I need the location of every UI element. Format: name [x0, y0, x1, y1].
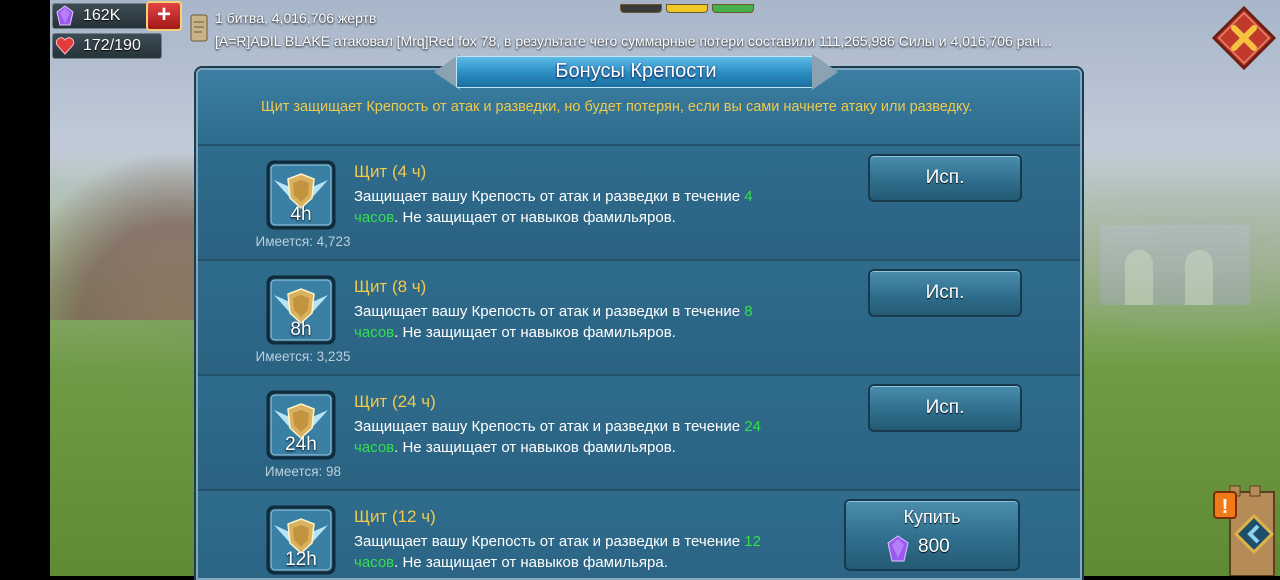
top-tab-2[interactable] — [666, 4, 708, 13]
desc-units: часов — [354, 554, 395, 571]
news-target: [Mrq]Red fox 78 — [396, 33, 497, 49]
news-attacker: [A=R]ADIL BLAKE — [215, 33, 331, 49]
desc-units: часов — [354, 324, 395, 341]
add-gems-button[interactable]: + — [146, 1, 182, 31]
news-power-label: Силы и — [894, 33, 951, 49]
top-tabs — [620, 0, 758, 18]
desc-tail: . Не защищает от навыков фамильяров. — [394, 209, 676, 226]
desc-units: часов — [354, 209, 395, 226]
use-button[interactable]: Исп. — [868, 269, 1022, 317]
life-amount: 172/190 — [83, 37, 141, 54]
close-icon[interactable] — [1212, 6, 1276, 70]
castle-quest-icon[interactable]: ! — [1206, 482, 1280, 576]
shield-duration-badge: 4h — [290, 204, 312, 225]
desc-hours: 4 — [744, 188, 753, 205]
news-summary: 1 битва, 4,016,706 жертв — [215, 10, 377, 26]
desc-tail: . Не защищает от навыков фамильяров. — [394, 439, 676, 456]
gem-icon — [887, 535, 909, 562]
desc-hours: 24 — [744, 418, 761, 435]
desc-text: Защищает вашу Крепость от атак и разведк… — [354, 303, 745, 320]
owned-count: Имеется: 98 — [264, 464, 342, 479]
panel-title: Бонусы Крепости — [555, 60, 717, 82]
desc-text: Защищает вашу Крепость от атак и разведк… — [354, 418, 745, 435]
shield-notice: Щит защищает Крепость от атак и разведки… — [261, 99, 973, 115]
banner-right-cap — [812, 54, 838, 90]
shield-duration-badge: 24h — [285, 434, 317, 455]
desc-tail: . Не защищает от навыков фамильяров. — [394, 324, 676, 341]
item-description: Защищает вашу Крепость от атак и разведк… — [354, 186, 804, 228]
heart-icon — [55, 37, 75, 55]
buy-label: Купить — [903, 507, 961, 527]
item-description: Защищает вашу Крепость от атак и разведк… — [354, 416, 804, 458]
boosts-panel: Щит защищает Крепость от атак и разведки… — [196, 68, 1082, 580]
gem-icon — [56, 5, 74, 26]
news-verb: атаковал — [330, 33, 397, 49]
life-counter: 172/190 — [52, 33, 162, 59]
title-bar: Бонусы Крепости — [456, 56, 816, 88]
owned-count: Имеется: 4,723 — [255, 234, 351, 249]
shield-duration-badge: 8h — [290, 319, 312, 340]
gem-amount: 162K — [83, 7, 121, 24]
desc-text: Защищает вашу Крепость от атак и разведк… — [354, 533, 745, 550]
list-item: 24h Имеется: 98 Щит (24 ч) Защищает вашу… — [198, 374, 1080, 490]
list-item: 8h Имеется: 3,235 Щит (8 ч) Защищает ваш… — [198, 259, 1080, 375]
news-detail[interactable]: [A=R]ADIL BLAKE атаковал [Mrq]Red fox 78… — [215, 33, 1052, 49]
use-button[interactable]: Исп. — [868, 384, 1022, 432]
desc-units: часов — [354, 439, 395, 456]
shield-duration-badge: 12h — [285, 549, 317, 570]
desc-tail: . Не защищает от навыков фамильяра. — [394, 554, 668, 571]
item-description: Защищает вашу Крепость от атак и разведк… — [354, 531, 804, 573]
desc-hours: 12 — [744, 533, 761, 550]
desc-hours: 8 — [744, 303, 753, 320]
list-item: 12h Щит (12 ч) Защищает вашу Крепость от… — [198, 489, 1080, 578]
top-tab-3[interactable] — [712, 4, 754, 13]
item-name: Щит (4 ч) — [354, 162, 427, 181]
item-description: Защищает вашу Крепость от атак и разведк… — [354, 301, 804, 343]
top-tab-1[interactable] — [620, 4, 662, 13]
scroll-icon[interactable] — [186, 12, 212, 44]
news-tail: ран... — [1012, 33, 1052, 49]
bg-ruin — [1100, 225, 1250, 305]
title-banner: Бонусы Крепости — [434, 54, 838, 90]
price: 800 — [918, 536, 950, 557]
owned-count: Имеется: 3,235 — [255, 349, 351, 364]
item-name: Щит (24 ч) — [354, 392, 436, 411]
list-item: 4h Имеется: 4,723 Щит (4 ч) Защищает ваш… — [198, 144, 1080, 260]
item-name: Щит (12 ч) — [354, 507, 436, 526]
news-rest: , в результате чего суммарные потери сос… — [496, 33, 820, 49]
left-letterbox — [0, 0, 50, 576]
news-kills: 4,016,706 — [950, 33, 1013, 49]
use-button[interactable]: Исп. — [868, 154, 1022, 202]
svg-text:!: ! — [1222, 496, 1229, 518]
news-power: 111,265,986 — [819, 33, 895, 49]
buy-button[interactable]: Купить 800 — [844, 499, 1020, 571]
item-name: Щит (8 ч) — [354, 277, 427, 296]
desc-text: Защищает вашу Крепость от атак и разведк… — [354, 188, 745, 205]
